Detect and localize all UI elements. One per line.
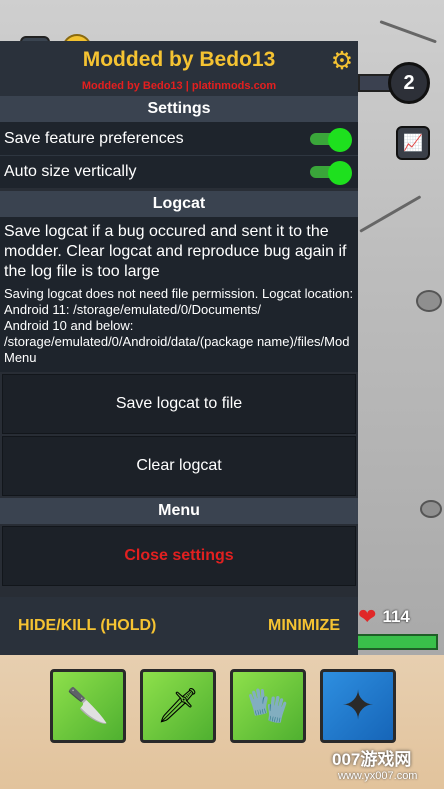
heart-icon: ❤ [358,604,377,629]
clear-logcat-button[interactable]: Clear logcat [2,436,356,496]
mod-menu-panel: Modded by Bedo13 Modded by Bedo13 | plat… [0,41,358,655]
shuriken-icon: ✦ [341,684,375,728]
minimize-button[interactable]: MINIMIZE [268,617,340,635]
toggle-save-preferences[interactable]: Save feature preferences [0,122,358,155]
rock [420,500,442,518]
mod-menu-header[interactable]: Modded by Bedo13 Modded by Bedo13 | plat… [0,41,358,96]
health-value: 114 [382,607,410,626]
settings-heading: Settings [0,96,358,122]
gear-icon[interactable]: ⚙ [328,47,356,75]
stats-chart-button[interactable]: 📈 [396,126,430,160]
inventory-slot-glove[interactable]: 🧤 [230,669,306,743]
logcat-description: Save logcat if a bug occured and sent it… [0,217,358,372]
mod-menu-footer: HIDE/KILL (HOLD) MINIMIZE [0,597,358,655]
toggle-label: Save feature preferences [4,129,184,147]
toggle-auto-size[interactable]: Auto size vertically [0,155,358,188]
save-logcat-button[interactable]: Save logcat to file [2,374,356,434]
knife-icon: 🔪 [66,687,110,725]
level-badge: 2 [388,62,430,104]
health-bar [356,634,438,650]
inventory-slot-knife[interactable]: 🔪 [50,669,126,743]
mod-menu-title: Modded by Bedo13 [82,48,276,71]
rock [416,290,442,312]
toggle-label: Auto size vertically [4,163,137,180]
toggle-switch[interactable] [310,127,352,152]
inventory-slot-sword[interactable]: 🗡 [140,669,216,743]
sword-icon: 🗡 [156,687,200,725]
logcat-heading: Logcat [0,191,358,217]
toggle-switch[interactable] [310,161,352,185]
mod-menu-subtitle: Modded by Bedo13 | platinmods.com [81,80,277,92]
inventory-slot-shuriken[interactable]: ✦ [320,669,396,743]
close-settings-button[interactable]: Close settings [2,526,356,586]
watermark-logo: 007游戏网 [332,750,412,769]
watermark-url: www.yx007.com [338,770,418,782]
menu-heading: Menu [0,498,358,524]
glove-icon: 🧤 [246,687,290,725]
hide-kill-button[interactable]: HIDE/KILL (HOLD) [18,617,156,635]
health-display: ❤ 114 [358,604,410,630]
logcat-main-text: Save logcat if a bug occured and sent it… [4,223,347,280]
logcat-info-text: Saving logcat does not need file permiss… [4,286,354,365]
chart-icon: 📈 [403,135,423,152]
